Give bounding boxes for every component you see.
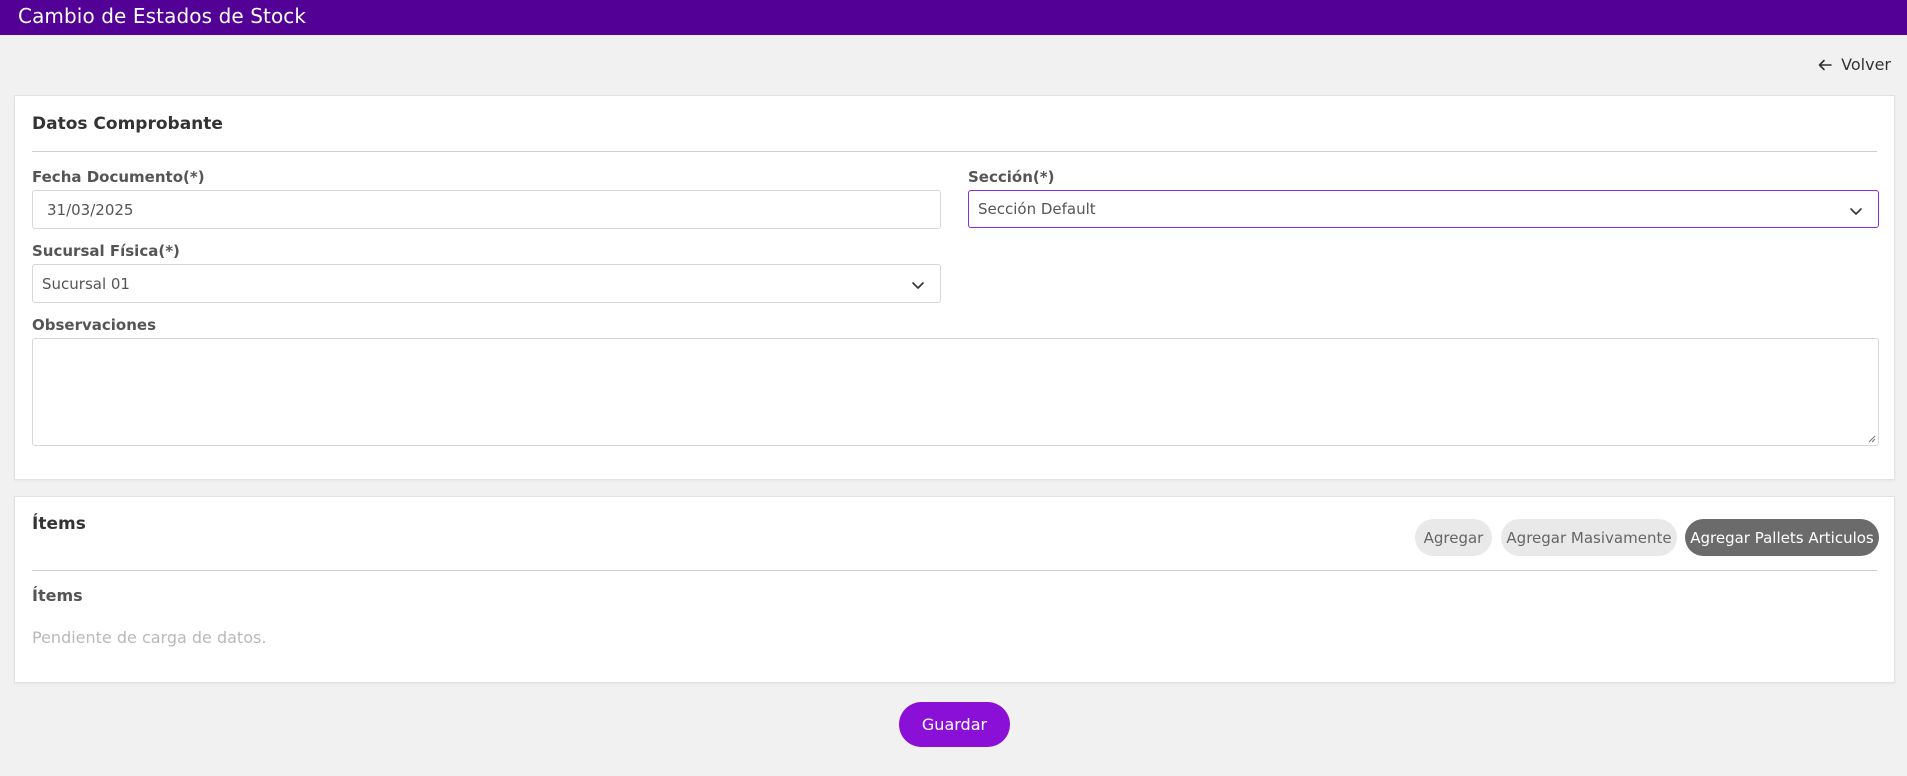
sucursal-label: Sucursal Física(*) [32,242,180,260]
divider [32,151,1877,152]
fecha-input[interactable]: 31/03/2025 [32,190,941,229]
seccion-label: Sección(*) [968,168,1055,186]
section-title: Datos Comprobante [32,114,223,134]
observaciones-label: Observaciones [32,316,157,334]
agregar-button[interactable]: Agregar [1415,519,1492,556]
arrow-left-icon [1818,59,1832,70]
back-link[interactable]: Volver [1817,55,1891,74]
save-button[interactable]: Guardar [899,702,1010,747]
items-empty-text: Pendiente de carga de datos. [32,628,267,647]
seccion-select[interactable]: Sección Default [968,190,1879,228]
items-title: Ítems [32,514,86,534]
sucursal-value: Sucursal 01 [42,274,130,293]
items-card: Ítems Agregar Agregar Masivamente Agrega… [14,496,1895,683]
seccion-value: Sección Default [978,200,1096,218]
items-list-label: Ítems [32,586,83,605]
sucursal-select[interactable]: Sucursal 01 [32,264,941,303]
chevron-down-icon [1850,208,1862,215]
datos-comprobante-card: Datos Comprobante Fecha Documento(*) 31/… [14,95,1895,480]
chevron-down-icon [912,282,924,289]
agregar-masivamente-button[interactable]: Agregar Masivamente [1501,519,1677,556]
resize-handle-icon[interactable] [1867,434,1876,443]
divider [32,570,1877,571]
fecha-label: Fecha Documento(*) [32,168,205,186]
fecha-value: 31/03/2025 [47,200,134,219]
agregar-pallets-button[interactable]: Agregar Pallets Articulos [1685,519,1879,556]
page-header: Cambio de Estados de Stock [0,0,1907,35]
back-link-label: Volver [1841,55,1891,74]
page-title: Cambio de Estados de Stock [18,4,307,28]
observaciones-textarea[interactable] [32,338,1879,446]
